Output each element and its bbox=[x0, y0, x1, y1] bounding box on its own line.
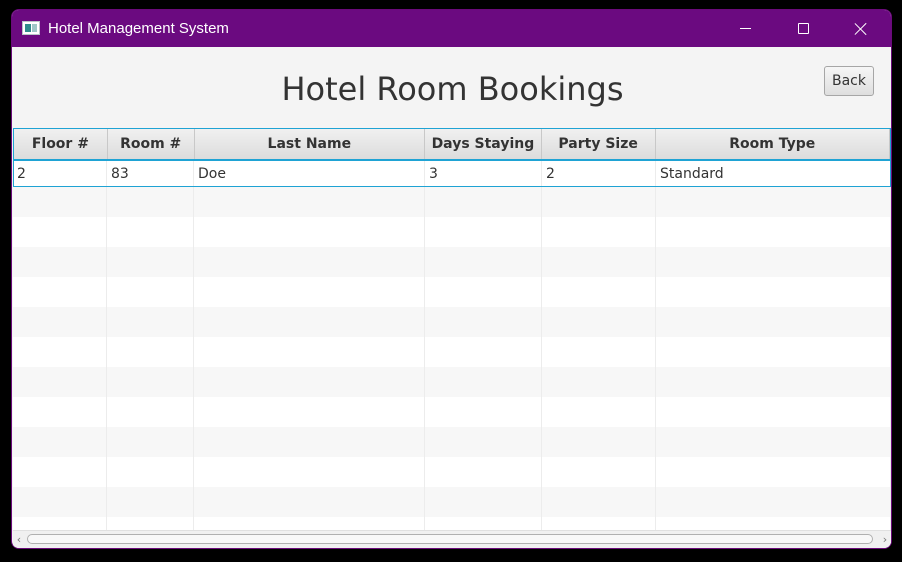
maximize-button[interactable] bbox=[774, 10, 832, 47]
cell-party-size: 2 bbox=[542, 160, 656, 187]
horizontal-scrollbar[interactable]: ‹ › bbox=[13, 530, 891, 548]
close-button[interactable] bbox=[832, 10, 890, 47]
scroll-left-icon[interactable]: ‹ bbox=[13, 533, 25, 547]
maximize-icon bbox=[797, 23, 809, 34]
scroll-right-icon[interactable]: › bbox=[879, 533, 891, 547]
table-header: Floor # Room # Last Name Days Staying Pa… bbox=[13, 128, 891, 160]
window-title: Hotel Management System bbox=[48, 20, 229, 37]
empty-table-row bbox=[13, 187, 891, 217]
close-icon bbox=[854, 22, 868, 36]
cell-last-name: Doe bbox=[194, 160, 425, 187]
column-header-room-type[interactable]: Room Type bbox=[656, 129, 890, 159]
empty-table-row bbox=[13, 247, 891, 277]
minimize-button[interactable] bbox=[716, 10, 774, 47]
scrollbar-thumb[interactable] bbox=[27, 534, 873, 544]
empty-table-row bbox=[13, 457, 891, 487]
column-header-party-size[interactable]: Party Size bbox=[542, 129, 656, 159]
empty-table-row bbox=[13, 337, 891, 367]
empty-table-row bbox=[13, 397, 891, 427]
table-row[interactable]: 2 83 Doe 3 2 Standard bbox=[13, 160, 891, 187]
minimize-icon bbox=[739, 28, 751, 29]
column-header-room[interactable]: Room # bbox=[108, 129, 195, 159]
empty-table-row bbox=[13, 217, 891, 247]
app-window: Hotel Management System Hotel Room Booki… bbox=[11, 9, 892, 549]
cell-days-staying: 3 bbox=[425, 160, 542, 187]
empty-table-row bbox=[13, 487, 891, 517]
back-button[interactable]: Back bbox=[824, 66, 874, 96]
page-title: Hotel Room Bookings bbox=[281, 70, 624, 108]
empty-table-row bbox=[13, 307, 891, 337]
bookings-table[interactable]: Floor # Room # Last Name Days Staying Pa… bbox=[13, 128, 891, 547]
column-header-last-name[interactable]: Last Name bbox=[195, 129, 426, 159]
cell-floor: 2 bbox=[13, 160, 107, 187]
title-bar[interactable]: Hotel Management System bbox=[12, 10, 891, 47]
column-header-days-staying[interactable]: Days Staying bbox=[425, 129, 542, 159]
empty-table-row bbox=[13, 427, 891, 457]
app-window-icon bbox=[22, 21, 40, 35]
column-header-floor[interactable]: Floor # bbox=[14, 129, 108, 159]
table-body: 2 83 Doe 3 2 Standard bbox=[13, 160, 891, 547]
cell-room: 83 bbox=[107, 160, 194, 187]
empty-table-row bbox=[13, 367, 891, 397]
cell-room-type: Standard bbox=[656, 160, 891, 187]
empty-table-row bbox=[13, 277, 891, 307]
